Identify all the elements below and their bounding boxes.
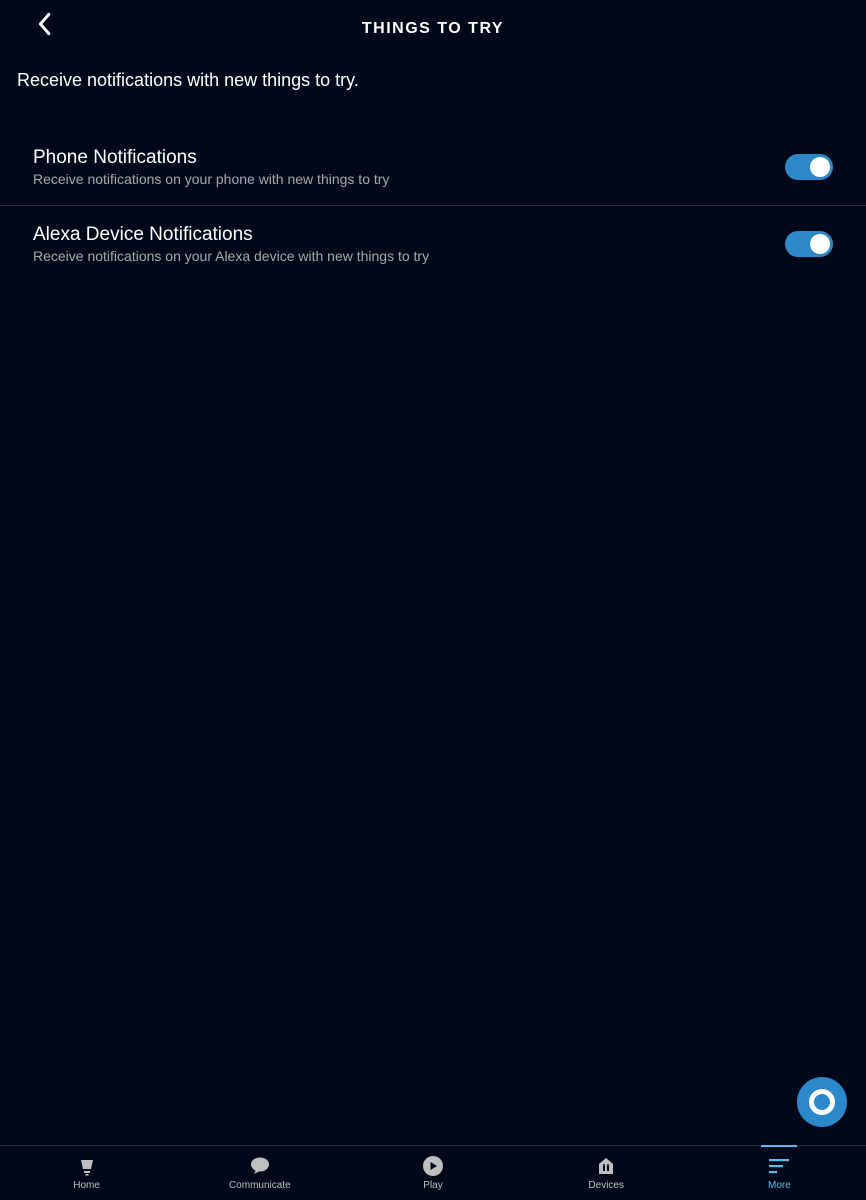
phone-notifications-toggle[interactable]	[785, 154, 833, 180]
setting-texts: Alexa Device Notifications Receive notif…	[33, 224, 785, 264]
alexa-ring-icon	[809, 1089, 835, 1115]
setting-texts: Phone Notifications Receive notification…	[33, 147, 785, 187]
devices-icon	[596, 1155, 616, 1177]
alexa-device-notifications-row: Alexa Device Notifications Receive notif…	[0, 206, 866, 282]
bottom-nav: Home Communicate Play	[0, 1145, 866, 1200]
nav-more[interactable]: More	[693, 1146, 866, 1200]
header: THINGS TO TRY	[0, 0, 866, 48]
nav-play[interactable]: Play	[346, 1146, 519, 1200]
home-icon	[77, 1155, 97, 1177]
play-icon	[422, 1155, 444, 1177]
more-icon	[768, 1155, 790, 1177]
nav-label: Play	[423, 1180, 442, 1191]
nav-communicate[interactable]: Communicate	[173, 1146, 346, 1200]
page-title: THINGS TO TRY	[362, 20, 504, 38]
setting-title: Alexa Device Notifications	[33, 224, 785, 246]
setting-desc: Receive notifications on your Alexa devi…	[33, 248, 785, 264]
communicate-icon	[249, 1155, 271, 1177]
nav-label: Home	[73, 1180, 100, 1191]
chevron-left-icon	[35, 12, 53, 36]
nav-label: More	[768, 1180, 791, 1191]
back-button[interactable]	[30, 10, 58, 38]
nav-label: Communicate	[229, 1180, 291, 1191]
nav-devices[interactable]: Devices	[520, 1146, 693, 1200]
setting-title: Phone Notifications	[33, 147, 785, 169]
alexa-voice-button[interactable]	[797, 1077, 847, 1127]
settings-list: Phone Notifications Receive notification…	[0, 129, 866, 282]
page-subtitle: Receive notifications with new things to…	[0, 48, 866, 91]
phone-notifications-row: Phone Notifications Receive notification…	[0, 129, 866, 206]
nav-label: Devices	[588, 1180, 624, 1191]
alexa-device-notifications-toggle[interactable]	[785, 231, 833, 257]
setting-desc: Receive notifications on your phone with…	[33, 171, 785, 187]
nav-home[interactable]: Home	[0, 1146, 173, 1200]
